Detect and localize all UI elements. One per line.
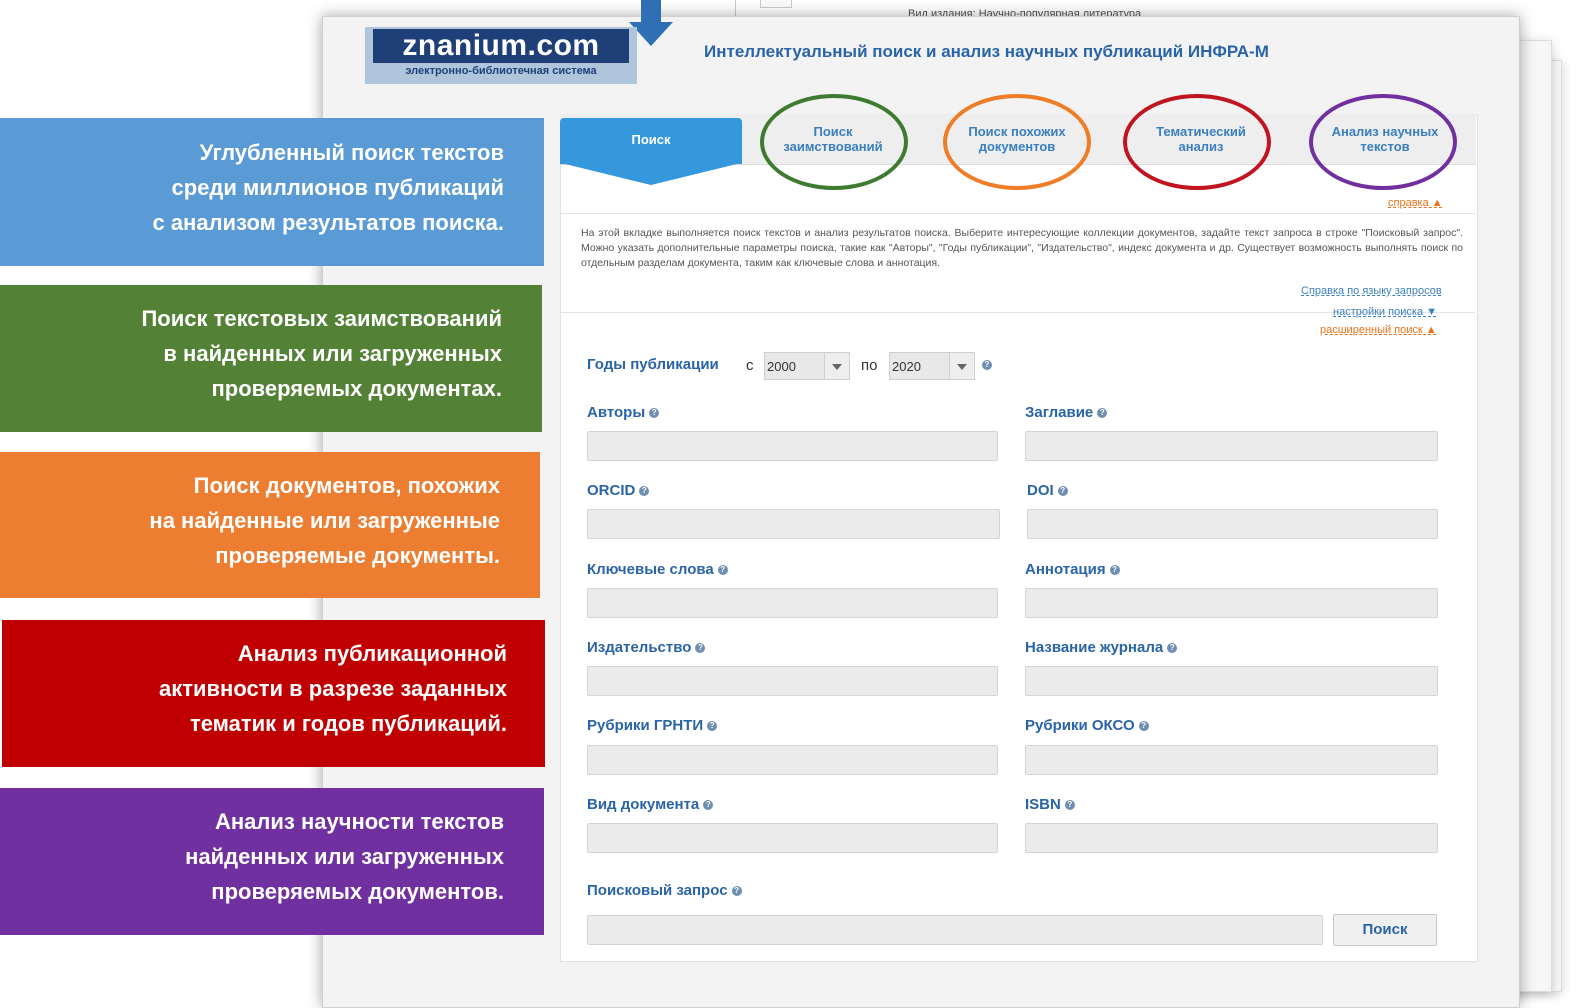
doc-type-label: Вид документа? [587,796,714,813]
info-icon[interactable]: ? [1109,565,1120,576]
doc-type-input[interactable] [587,823,998,853]
info-icon[interactable]: ? [639,486,650,497]
title-label: Заглавие? [1025,404,1108,421]
annotation-label: Аннотация? [1025,561,1120,578]
doi-input[interactable] [1027,509,1438,539]
years-label: Годы публикации [587,356,719,373]
active-tab-pointer [561,163,741,185]
year-to-value: 2020 [892,359,921,374]
annotation-input[interactable] [1025,588,1438,618]
journal-input[interactable] [1025,666,1438,696]
grnti-input[interactable] [587,745,998,775]
help-description: На этой вкладке выполняется поиск тексто… [581,227,1463,269]
info-icon[interactable]: ? [703,800,714,811]
search-button[interactable]: Поиск [1333,914,1437,946]
journal-label: Название журнала? [1025,639,1178,656]
year-to-select[interactable]: 2020 [889,352,975,380]
callout-line: с анализом результатов поиска. [152,210,504,235]
strip-box [760,0,792,8]
info-icon[interactable]: ? [707,721,718,732]
strip-text: Вид издания: Научно-популярная литератур… [908,8,1142,16]
page-title: Интеллектуальный поиск и анализ научных … [704,42,1269,61]
info-icon[interactable]: ? [717,565,728,576]
grnti-label: Рубрики ГРНТИ? [587,717,718,734]
years-from-label: с [746,357,754,374]
callout-similar: Поиск документов, похожих на найденные и… [0,452,540,598]
logo-brand: znanium.com [373,29,629,63]
query-language-help-link[interactable]: Справка по языку запросов [1301,285,1442,297]
years-to-label: по [861,357,878,374]
isbn-label: ISBN? [1025,796,1075,813]
info-icon[interactable]: ? [731,886,742,897]
callout-line: Поиск текстовых заимствований [141,306,502,331]
query-label: Поисковый запрос? [587,882,742,899]
callout-scientific: Анализ научности текстов найденных или з… [0,788,544,935]
orcid-input[interactable] [587,509,1000,539]
info-icon[interactable]: ? [649,408,660,419]
info-icon[interactable]: ? [1138,721,1149,732]
logo-subtitle: электронно-библиотечная система [405,65,597,77]
publisher-input[interactable] [587,666,998,696]
highlight-ring-green [760,94,908,190]
callout-line: проверяемых документов. [211,879,504,904]
callout-line: Анализ научности текстов [215,809,504,834]
okso-input[interactable] [1025,745,1438,775]
year-from-select[interactable]: 2000 [764,352,850,380]
callout-line: Анализ публикационной [237,641,507,666]
callout-line: найденных или загруженных [185,844,504,869]
authors-input[interactable] [587,431,998,461]
year-from-value: 2000 [767,359,796,374]
title-input[interactable] [1025,431,1438,461]
info-icon[interactable]: ? [1097,408,1108,419]
okso-label: Рубрики ОКСО? [1025,717,1149,734]
years-label-text: Годы публикации [587,356,719,373]
help-toggle-link[interactable]: справка ▲ [1388,197,1443,209]
callout-borrowing: Поиск текстовых заимствований в найденны… [0,285,542,432]
callout-line: Поиск документов, похожих [193,473,500,498]
highlight-ring-purple [1309,94,1457,190]
callout-line: проверяемых документах. [211,376,503,401]
query-input[interactable] [587,915,1323,945]
callout-line: проверяемые документы. [215,543,500,568]
advanced-search-link[interactable]: расширенный поиск ▲ [1320,324,1437,336]
callout-thematic: Анализ публикационной активности в разре… [2,620,545,767]
info-icon[interactable]: ? [695,643,706,654]
keywords-input[interactable] [587,588,998,618]
info-icon[interactable]: ? [1167,643,1178,654]
highlight-ring-red [1123,94,1271,190]
authors-label: Авторы? [587,404,660,421]
callout-line: на найденные или загруженные [149,508,500,533]
callout-line: среди миллионов публикаций [171,175,504,200]
callout-line: активности в разрезе заданных [158,676,507,701]
top-document-strip: Вид издания: Научно-популярная литератур… [735,0,1526,16]
publisher-label: Издательство? [587,639,706,656]
tab-search[interactable]: Поиск [560,118,742,164]
callout-line: в найденных или загруженных [163,341,502,366]
doi-label: DOI? [1027,482,1068,499]
help-divider-top [561,213,1475,214]
callout-line: Углубленный поиск текстов [199,140,504,165]
keywords-label: Ключевые слова? [587,561,728,578]
info-icon[interactable]: ? [1057,486,1068,497]
callout-search: Углубленный поиск текстов среди миллионо… [0,118,544,266]
isbn-input[interactable] [1025,823,1438,853]
search-settings-link[interactable]: настройки поиска ▼ [1333,306,1437,318]
info-icon[interactable]: ? [1064,800,1075,811]
info-icon[interactable]: ? [982,360,992,370]
znanium-logo[interactable]: znanium.com электронно-библиотечная сист… [365,27,637,84]
callout-line: тематик и годов публикаций. [189,711,507,736]
orcid-label: ORCID? [587,482,650,499]
chevron-down-icon [824,353,849,379]
chevron-down-icon [949,353,974,379]
highlight-ring-orange [943,94,1091,190]
